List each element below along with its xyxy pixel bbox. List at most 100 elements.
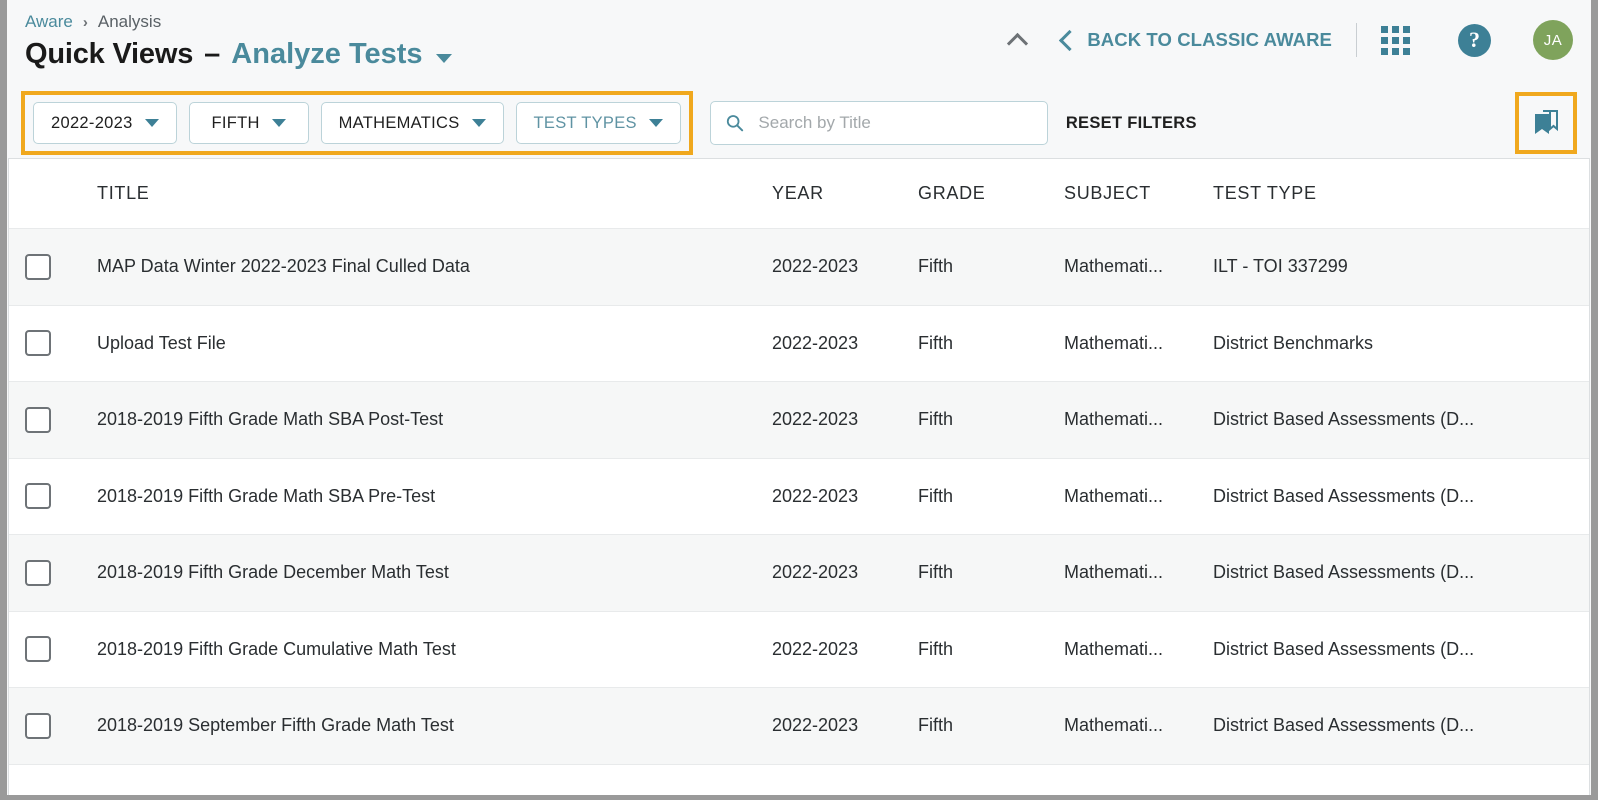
cell-test-type: District Based Assessments (D... bbox=[1213, 715, 1589, 736]
header-actions: BACK TO CLASSIC AWARE ? JA bbox=[995, 18, 1573, 62]
filter-subject-label: MATHEMATICS bbox=[339, 114, 460, 133]
table-row[interactable]: 2018-2019 Fifth Grade Cumulative Math Te… bbox=[9, 612, 1589, 689]
table-row[interactable]: Upload Test File 2022-2023 Fifth Mathema… bbox=[9, 306, 1589, 383]
cell-grade: Fifth bbox=[918, 639, 1064, 660]
row-checkbox-cell[interactable] bbox=[25, 636, 97, 662]
chevron-down-icon bbox=[649, 119, 663, 127]
page-header: Aware › Analysis Quick Views – Analyze T… bbox=[7, 0, 1591, 88]
table-row[interactable]: 2018-2019 September Fifth Grade Math Tes… bbox=[9, 688, 1589, 765]
breadcrumb-root[interactable]: Aware bbox=[25, 12, 73, 32]
cell-subject: Mathemati... bbox=[1064, 256, 1213, 277]
column-header-grade[interactable]: GRADE bbox=[918, 183, 1064, 204]
cell-year: 2022-2023 bbox=[772, 486, 918, 507]
row-checkbox[interactable] bbox=[25, 254, 51, 280]
cell-subject: Mathemati... bbox=[1064, 639, 1213, 660]
cell-year: 2022-2023 bbox=[772, 715, 918, 736]
row-checkbox-cell[interactable] bbox=[25, 330, 97, 356]
column-header-test-type[interactable]: TEST TYPE bbox=[1213, 183, 1589, 204]
back-to-classic-aware-label: BACK TO CLASSIC AWARE bbox=[1087, 29, 1332, 51]
table-row[interactable]: 2018-2019 Fifth Grade Math SBA Pre-Test … bbox=[9, 459, 1589, 536]
bookmarks-button[interactable] bbox=[1515, 92, 1577, 154]
filter-grade-label: FIFTH bbox=[211, 114, 259, 133]
avatar[interactable]: JA bbox=[1533, 20, 1573, 60]
cell-grade: Fifth bbox=[918, 486, 1064, 507]
bookmarks-icon bbox=[1531, 108, 1561, 138]
page-title-view-name[interactable]: Analyze Tests bbox=[231, 38, 422, 71]
breadcrumb-separator-icon: › bbox=[83, 14, 88, 31]
cell-test-type: District Benchmarks bbox=[1213, 333, 1589, 354]
filter-test-types-label: TEST TYPES bbox=[534, 114, 637, 133]
table-row-partial[interactable] bbox=[9, 765, 1589, 800]
cell-grade: Fifth bbox=[918, 409, 1064, 430]
table-row[interactable]: MAP Data Winter 2022-2023 Final Culled D… bbox=[9, 229, 1589, 306]
row-checkbox-cell[interactable] bbox=[25, 713, 97, 739]
row-checkbox-cell[interactable] bbox=[25, 560, 97, 586]
cell-grade: Fifth bbox=[918, 562, 1064, 583]
cell-title[interactable]: 2018-2019 September Fifth Grade Math Tes… bbox=[97, 715, 772, 736]
cell-title[interactable]: Upload Test File bbox=[97, 333, 772, 354]
cell-title[interactable]: 2018-2019 Fifth Grade Cumulative Math Te… bbox=[97, 639, 772, 660]
chevron-down-icon bbox=[272, 119, 286, 127]
row-checkbox[interactable] bbox=[25, 330, 51, 356]
page-title-main: Quick Views bbox=[25, 38, 193, 71]
cell-year: 2022-2023 bbox=[772, 256, 918, 277]
row-checkbox[interactable] bbox=[25, 483, 51, 509]
row-checkbox[interactable] bbox=[25, 407, 51, 433]
cell-grade: Fifth bbox=[918, 715, 1064, 736]
cell-title[interactable]: 2018-2019 Fifth Grade Math SBA Pre-Test bbox=[97, 486, 772, 507]
filter-year-label: 2022-2023 bbox=[51, 114, 133, 133]
search-input[interactable] bbox=[758, 113, 1032, 133]
cell-test-type: District Based Assessments (D... bbox=[1213, 562, 1589, 583]
filter-grade[interactable]: FIFTH bbox=[189, 102, 309, 144]
row-checkbox[interactable] bbox=[25, 636, 51, 662]
filter-subject[interactable]: MATHEMATICS bbox=[321, 102, 504, 144]
cell-test-type: District Based Assessments (D... bbox=[1213, 409, 1589, 430]
chevron-up-icon bbox=[1007, 32, 1028, 53]
chevron-left-icon bbox=[1059, 29, 1080, 50]
breadcrumb-current: Analysis bbox=[98, 12, 161, 32]
column-header-year[interactable]: YEAR bbox=[772, 183, 918, 204]
cell-subject: Mathemati... bbox=[1064, 562, 1213, 583]
chevron-down-icon bbox=[472, 119, 486, 127]
table-row[interactable]: 2018-2019 Fifth Grade December Math Test… bbox=[9, 535, 1589, 612]
table-header-row: TITLE YEAR GRADE SUBJECT TEST TYPE bbox=[9, 159, 1589, 229]
cell-title[interactable]: 2018-2019 Fifth Grade December Math Test bbox=[97, 562, 772, 583]
app-grid-icon[interactable] bbox=[1381, 26, 1410, 55]
collapse-header-button[interactable] bbox=[995, 20, 1039, 60]
row-checkbox-cell[interactable] bbox=[25, 407, 97, 433]
filter-bar: 2022-2023 FIFTH MATHEMATICS TEST TYPES bbox=[7, 88, 1591, 158]
cell-year: 2022-2023 bbox=[772, 409, 918, 430]
cell-subject: Mathemati... bbox=[1064, 409, 1213, 430]
chevron-down-icon bbox=[145, 119, 159, 127]
cell-test-type: District Based Assessments (D... bbox=[1213, 486, 1589, 507]
help-circle-icon[interactable]: ? bbox=[1458, 24, 1491, 57]
cell-year: 2022-2023 bbox=[772, 639, 918, 660]
tests-table: TITLE YEAR GRADE SUBJECT TEST TYPE MAP D… bbox=[8, 158, 1590, 799]
cell-subject: Mathemati... bbox=[1064, 333, 1213, 354]
search-box[interactable] bbox=[710, 101, 1048, 145]
view-dropdown-caret-icon[interactable] bbox=[436, 54, 452, 63]
filter-year[interactable]: 2022-2023 bbox=[33, 102, 177, 144]
cell-test-type: ILT - TOI 337299 bbox=[1213, 256, 1589, 277]
cell-title[interactable]: 2018-2019 Fifth Grade Math SBA Post-Test bbox=[97, 409, 772, 430]
cell-subject: Mathemati... bbox=[1064, 715, 1213, 736]
cell-test-type: District Based Assessments (D... bbox=[1213, 639, 1589, 660]
reset-filters-button[interactable]: RESET FILTERS bbox=[1066, 114, 1197, 133]
row-checkbox[interactable] bbox=[25, 560, 51, 586]
page-title-dash: – bbox=[204, 38, 220, 71]
back-to-classic-aware-button[interactable]: BACK TO CLASSIC AWARE bbox=[1057, 29, 1354, 51]
cell-year: 2022-2023 bbox=[772, 333, 918, 354]
cell-grade: Fifth bbox=[918, 256, 1064, 277]
cell-subject: Mathemati... bbox=[1064, 486, 1213, 507]
row-checkbox-cell[interactable] bbox=[25, 483, 97, 509]
row-checkbox[interactable] bbox=[25, 713, 51, 739]
filter-group-highlighted: 2022-2023 FIFTH MATHEMATICS TEST TYPES bbox=[21, 91, 693, 155]
row-checkbox-cell[interactable] bbox=[25, 254, 97, 280]
app-window: Aware › Analysis Quick Views – Analyze T… bbox=[0, 0, 1598, 800]
cell-year: 2022-2023 bbox=[772, 562, 918, 583]
column-header-title[interactable]: TITLE bbox=[97, 183, 772, 204]
filter-test-types[interactable]: TEST TYPES bbox=[516, 102, 681, 144]
cell-title[interactable]: MAP Data Winter 2022-2023 Final Culled D… bbox=[97, 256, 772, 277]
table-row[interactable]: 2018-2019 Fifth Grade Math SBA Post-Test… bbox=[9, 382, 1589, 459]
column-header-subject[interactable]: SUBJECT bbox=[1064, 183, 1213, 204]
